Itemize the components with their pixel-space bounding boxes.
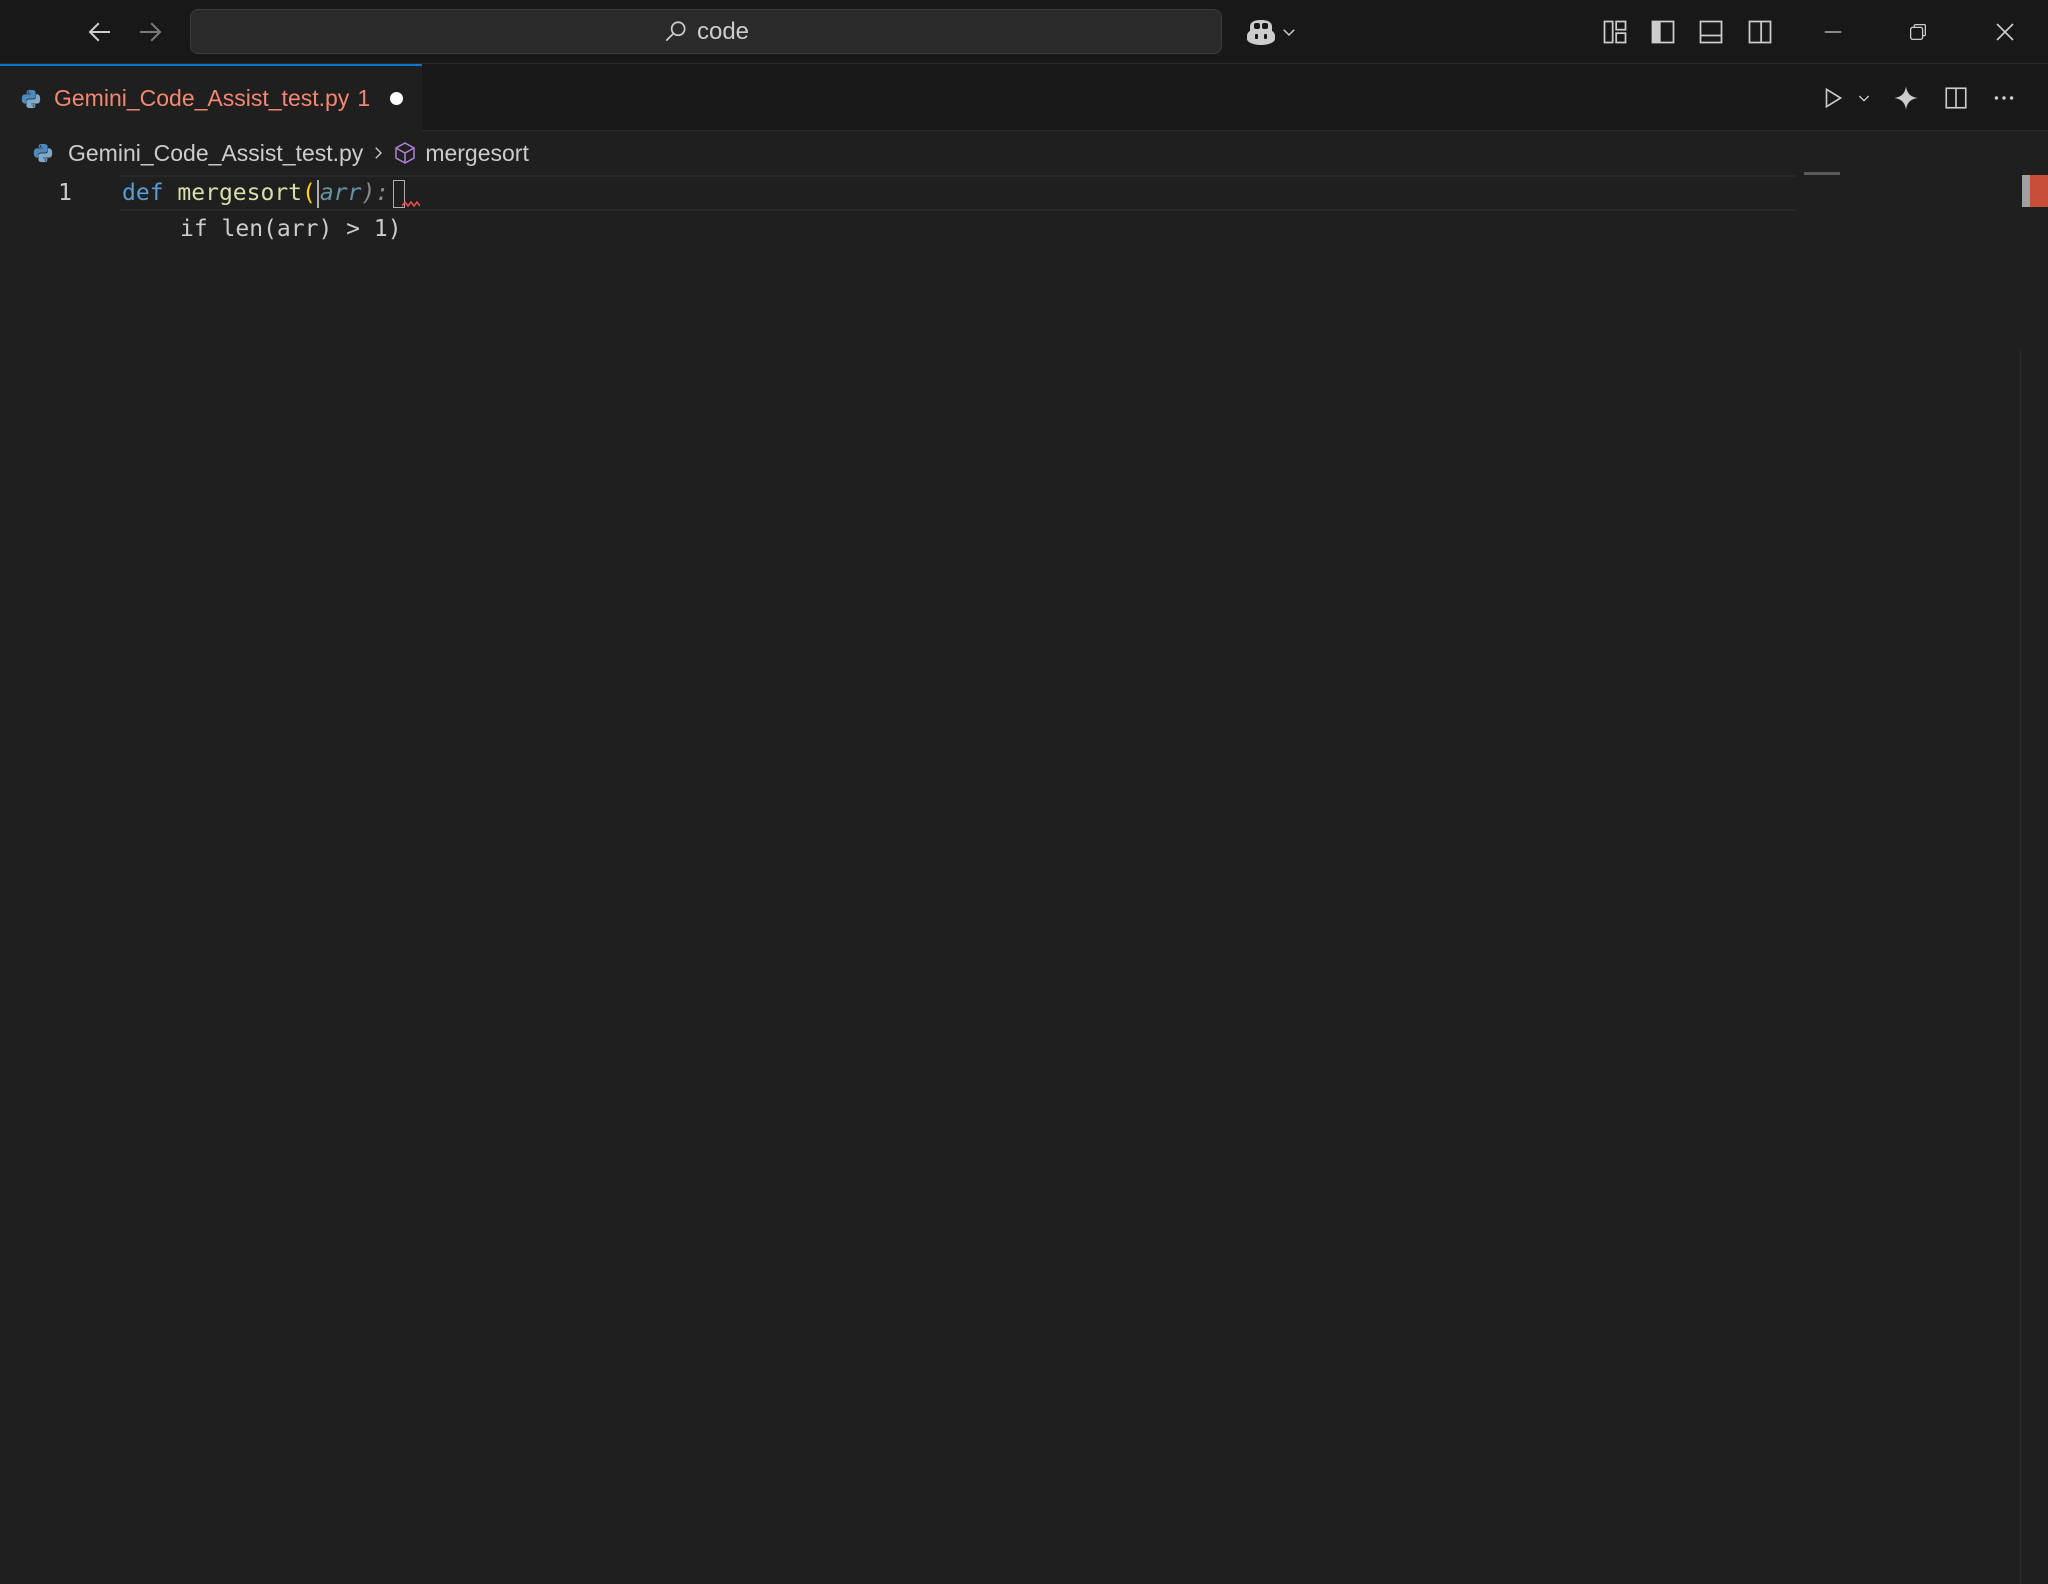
toggle-primary-sidebar-icon[interactable] <box>1645 14 1681 50</box>
close-icon[interactable] <box>1962 0 2048 64</box>
chevron-down-icon <box>1283 29 1295 37</box>
editor-tab-bar: Gemini_Code_Assist_test.py 1 <box>0 64 2048 131</box>
arrow-left-icon[interactable] <box>82 14 118 50</box>
overview-ruler-markers[interactable] <box>2022 175 2048 207</box>
inline-suggestion: if len(arr) > 1) <box>180 216 402 242</box>
minimize-icon[interactable] <box>1790 0 1876 64</box>
python-file-icon <box>21 89 41 108</box>
more-actions-icon[interactable] <box>1986 80 2022 116</box>
tab-gemini-code-assist-test[interactable]: Gemini_Code_Assist_test.py 1 <box>0 64 422 131</box>
run-icon[interactable] <box>1816 80 1850 116</box>
toggle-secondary-sidebar-icon[interactable] <box>1742 14 1778 50</box>
function-name-token: mergesort <box>177 180 303 206</box>
copilot-menu-button[interactable] <box>1244 12 1306 52</box>
keyword-token: def <box>122 180 164 206</box>
chevron-right-icon <box>369 144 387 162</box>
breadcrumb-symbol[interactable]: mergesort <box>425 140 529 167</box>
toggle-panel-icon[interactable] <box>1693 14 1729 50</box>
run-dropdown-chevron-icon[interactable] <box>1852 80 1876 116</box>
close-token: ): <box>361 180 390 206</box>
arrow-right-icon[interactable] <box>132 14 168 50</box>
overview-ruler-divider <box>2020 350 2021 1584</box>
customize-layout-icon[interactable] <box>1597 14 1633 50</box>
command-center-search[interactable]: code <box>190 9 1222 54</box>
paren-token: ( <box>302 180 316 206</box>
gemini-sparkle-icon[interactable] <box>1888 80 1924 116</box>
cursor-position-marker <box>2022 175 2030 207</box>
breadcrumb: Gemini_Code_Assist_test.py mergesort <box>0 131 2048 175</box>
symbol-method-icon <box>393 141 417 165</box>
copilot-icon <box>1247 20 1275 45</box>
code-line-1[interactable]: def mergesort(arr): <box>122 175 406 211</box>
problem-count-badge: 1 <box>357 85 371 111</box>
search-text: code <box>696 17 750 45</box>
param-token: arr <box>319 180 362 206</box>
minimap-line <box>1804 172 1840 175</box>
text-cursor <box>316 179 319 208</box>
search-icon <box>665 20 686 41</box>
breadcrumb-file[interactable]: Gemini_Code_Assist_test.py <box>68 140 363 167</box>
error-squiggle <box>402 201 420 207</box>
tab-label: Gemini_Code_Assist_test.py <box>54 85 350 111</box>
split-editor-icon[interactable] <box>1938 80 1974 116</box>
title-bar: code <box>0 0 2048 64</box>
python-file-icon <box>33 143 53 163</box>
unsaved-dot-icon[interactable] <box>390 92 404 105</box>
code-editor[interactable]: 1 def mergesort(arr): if len(arr) > 1) <box>0 175 2048 1584</box>
restore-icon[interactable] <box>1875 0 1961 64</box>
error-marker <box>2030 175 2048 207</box>
line-number: 1 <box>58 180 72 206</box>
